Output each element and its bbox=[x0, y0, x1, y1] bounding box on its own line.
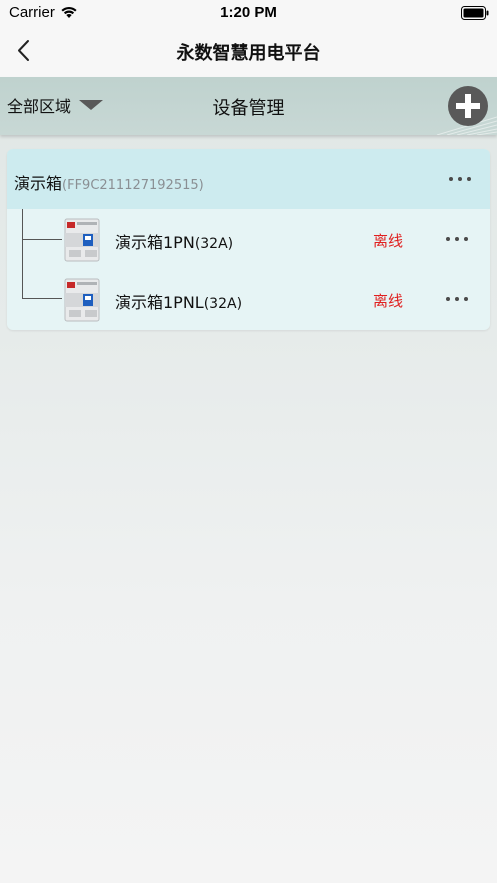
device-status-badge: 离线 bbox=[373, 292, 404, 310]
device-name: 演示箱1PN(32A) bbox=[115, 229, 233, 253]
device-group-header[interactable]: 演示箱(FF9C211127192515) bbox=[7, 149, 490, 209]
breaker-icon bbox=[64, 218, 100, 262]
device-rating: (32A) bbox=[194, 236, 234, 252]
more-dot-icon bbox=[464, 297, 468, 301]
section-title: 设备管理 bbox=[212, 98, 285, 119]
more-dot-icon bbox=[455, 297, 459, 301]
device-more-button[interactable] bbox=[444, 229, 470, 249]
device-group-card: 演示箱(FF9C211127192515) 演示箱1PN(32A) 离线 演示箱… bbox=[7, 149, 490, 330]
device-group-name: 演示箱 bbox=[14, 174, 63, 193]
device-row[interactable]: 演示箱1PNL(32A) 离线 bbox=[7, 269, 490, 329]
group-more-button[interactable] bbox=[447, 169, 473, 189]
more-dot-icon bbox=[446, 297, 450, 301]
status-bar: Carrier 1:20 PM bbox=[0, 0, 497, 26]
device-status-badge: 离线 bbox=[373, 232, 404, 250]
add-device-button[interactable] bbox=[447, 85, 489, 127]
device-rating: (32A) bbox=[203, 296, 243, 312]
device-name-text: 演示箱1PNL bbox=[115, 293, 204, 312]
breaker-icon bbox=[64, 278, 100, 322]
navigation-bar: 永数智慧用电平台 bbox=[0, 26, 497, 77]
device-name-text: 演示箱1PN bbox=[115, 233, 195, 252]
device-group-title: 演示箱(FF9C211127192515) bbox=[14, 170, 204, 194]
more-dot-icon bbox=[467, 177, 471, 181]
device-row[interactable]: 演示箱1PN(32A) 离线 bbox=[7, 209, 490, 269]
clock: 1:20 PM bbox=[220, 4, 277, 21]
more-dot-icon bbox=[464, 237, 468, 241]
more-dot-icon bbox=[455, 237, 459, 241]
more-dot-icon bbox=[446, 237, 450, 241]
device-more-button[interactable] bbox=[444, 289, 470, 309]
page-title: 永数智慧用电平台 bbox=[176, 43, 321, 64]
device-group-mac: (FF9C211127192515) bbox=[62, 178, 204, 193]
device-toolbar: 全部区域 设备管理 bbox=[0, 77, 497, 135]
battery-icon bbox=[461, 5, 489, 24]
more-dot-icon bbox=[458, 177, 462, 181]
plus-circle-icon bbox=[448, 86, 488, 126]
more-dot-icon bbox=[449, 177, 453, 181]
device-name: 演示箱1PNL(32A) bbox=[115, 289, 242, 313]
